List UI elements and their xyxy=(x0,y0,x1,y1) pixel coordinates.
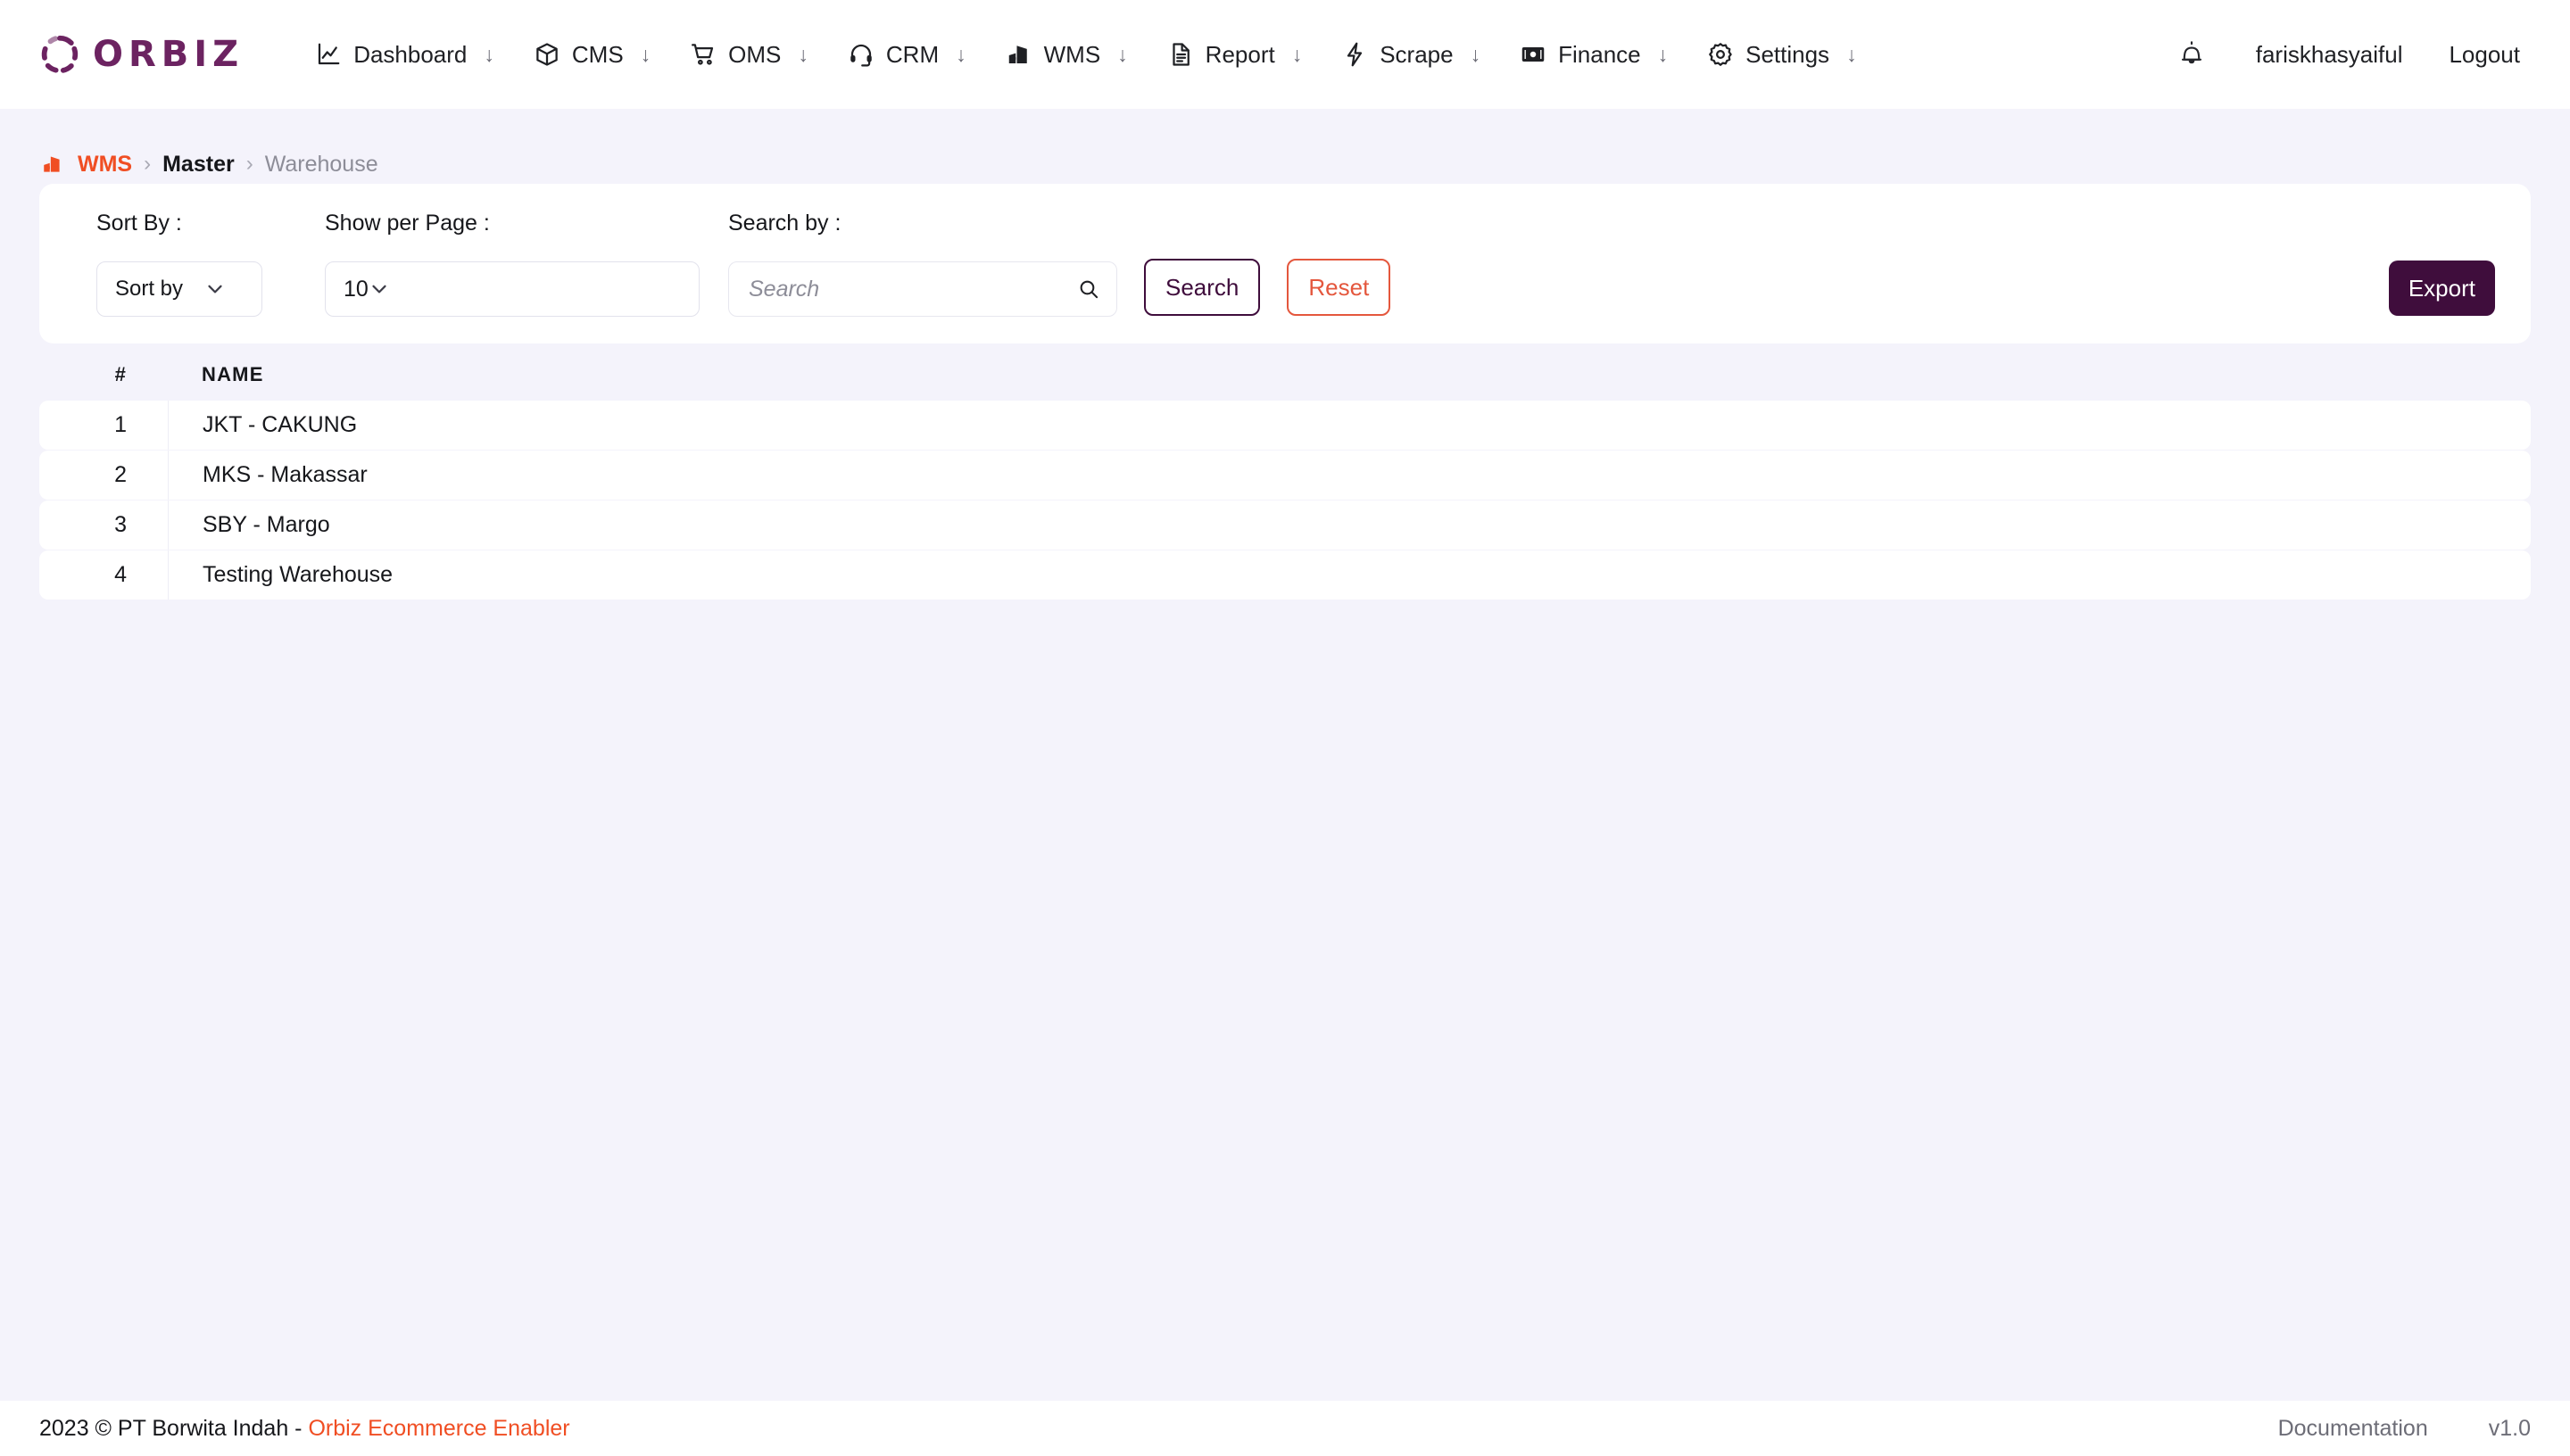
footer-links: Documentation v1.0 xyxy=(2278,1416,2531,1442)
warehouse-table: # NAME 1 JKT - CAKUNG 2 MKS - Makassar 3… xyxy=(0,349,2570,600)
nav-label: CRM xyxy=(885,40,940,68)
nav-label: Settings xyxy=(1745,40,1830,68)
cell-index: 4 xyxy=(114,562,127,587)
nav-item-scrape[interactable]: Scrape ↓ xyxy=(1322,28,1500,81)
footer-brand-link[interactable]: Orbiz Ecommerce Enabler xyxy=(308,1416,569,1441)
table-header-row: # NAME xyxy=(39,349,2531,401)
sort-by-group: Sort By : Sort by xyxy=(96,211,262,317)
lightning-bolt-icon xyxy=(1341,41,1368,68)
chevron-down-icon: ↓ xyxy=(1291,42,1303,66)
nav-item-dashboard[interactable]: Dashboard ↓ xyxy=(295,28,514,81)
shopping-cart-icon xyxy=(690,41,717,68)
breadcrumb-item-master[interactable]: Master xyxy=(162,152,235,178)
documentation-link[interactable]: Documentation xyxy=(2278,1416,2428,1442)
column-header-name: NAME xyxy=(202,363,264,385)
nav-item-oms[interactable]: OMS ↓ xyxy=(670,28,828,81)
username-menu[interactable]: fariskhasyaiful xyxy=(2233,41,2426,69)
cell-name: Testing Warehouse xyxy=(168,550,2531,600)
nav-label: CMS xyxy=(571,40,624,68)
chevron-down-icon: ↓ xyxy=(1846,42,1857,66)
chevron-down-icon xyxy=(183,278,226,300)
nav-item-settings[interactable]: Settings ↓ xyxy=(1687,28,1876,81)
breadcrumb-separator: › xyxy=(144,152,152,176)
orbiz-ring-logo-icon xyxy=(39,34,80,75)
nav-label: Scrape xyxy=(1380,40,1454,68)
breadcrumb: WMS › Master › Warehouse xyxy=(0,109,2570,177)
nav-item-crm[interactable]: CRM ↓ xyxy=(828,28,986,81)
gear-icon xyxy=(1707,41,1734,68)
search-by-group: Search by : xyxy=(728,211,1117,317)
column-header-index: # xyxy=(114,363,127,385)
table-row[interactable]: 2 MKS - Makassar xyxy=(39,451,2531,500)
footer-copyright: 2023 © PT Borwita Indah - Orbiz Ecommerc… xyxy=(39,1416,570,1442)
breadcrumb-item-wms[interactable]: WMS xyxy=(78,152,132,178)
nav-items: Dashboard ↓ CMS ↓ OMS ↓ CRM ↓ WMS ↓ Repo… xyxy=(295,28,2167,81)
nav-item-cms[interactable]: CMS ↓ xyxy=(514,28,670,81)
search-by-label: Search by : xyxy=(728,211,841,236)
nav-label: Dashboard xyxy=(353,40,468,68)
filter-toolbar-card: Sort By : Sort by Show per Page : 10 Sea… xyxy=(39,184,2531,343)
nav-label: OMS xyxy=(728,40,782,68)
show-per-page-select[interactable]: 10 xyxy=(325,261,700,317)
top-navigation-bar: ORBIZ Dashboard ↓ CMS ↓ OMS ↓ CRM ↓ WMS … xyxy=(0,0,2570,109)
headset-icon xyxy=(848,41,875,68)
show-per-page-value: 10 xyxy=(344,276,369,302)
nav-item-finance[interactable]: Finance ↓ xyxy=(1500,28,1687,81)
chevron-down-icon xyxy=(369,278,390,300)
chevron-down-icon: ↓ xyxy=(798,42,808,66)
search-button[interactable]: Search xyxy=(1144,259,1261,316)
breadcrumb-item-warehouse: Warehouse xyxy=(264,151,378,177)
cell-name: SBY - Margo xyxy=(168,500,2531,550)
app-logo[interactable]: ORBIZ xyxy=(39,34,244,75)
chevron-down-icon: ↓ xyxy=(1657,42,1669,66)
reset-button[interactable]: Reset xyxy=(1287,259,1391,316)
breadcrumb-separator: › xyxy=(245,152,253,176)
warehouse-building-icon xyxy=(41,153,66,176)
sort-by-label: Sort By : xyxy=(96,211,182,236)
chevron-down-icon: ↓ xyxy=(640,42,651,66)
bell-icon xyxy=(2178,39,2205,70)
cell-index: 2 xyxy=(114,462,127,487)
cell-name: MKS - Makassar xyxy=(168,451,2531,500)
table-row[interactable]: 1 JKT - CAKUNG xyxy=(39,401,2531,450)
nav-item-report[interactable]: Report ↓ xyxy=(1148,28,1322,81)
show-per-page-group: Show per Page : 10 xyxy=(325,211,700,317)
show-per-page-label: Show per Page : xyxy=(325,211,490,236)
cell-name: JKT - CAKUNG xyxy=(168,401,2531,450)
nav-label: WMS xyxy=(1043,40,1101,68)
table-row[interactable]: 3 SBY - Margo xyxy=(39,500,2531,550)
cell-index: 3 xyxy=(114,512,127,537)
page-footer: 2023 © PT Borwita Indah - Orbiz Ecommerc… xyxy=(0,1401,2570,1456)
sort-by-select[interactable]: Sort by xyxy=(96,261,262,317)
nav-item-wms[interactable]: WMS ↓ xyxy=(986,28,1148,81)
main-content: Sort By : Sort by Show per Page : 10 Sea… xyxy=(0,173,2570,343)
version-label: v1.0 xyxy=(2488,1415,2531,1441)
search-input-wrapper[interactable] xyxy=(728,261,1117,317)
nav-right-cluster: fariskhasyaiful Logout xyxy=(2167,29,2533,79)
chevron-down-icon: ↓ xyxy=(956,42,966,66)
chart-line-icon xyxy=(315,41,342,68)
sort-by-value: Sort by xyxy=(115,277,184,301)
magnifier-icon[interactable] xyxy=(1077,277,1100,301)
chevron-down-icon: ↓ xyxy=(1470,42,1481,66)
box-3d-icon xyxy=(534,41,560,68)
search-input[interactable] xyxy=(749,276,1077,302)
warehouse-building-icon xyxy=(1006,41,1032,68)
logout-button[interactable]: Logout xyxy=(2425,41,2533,69)
logo-wordmark: ORBIZ xyxy=(93,34,245,75)
chevron-down-icon: ↓ xyxy=(484,42,494,66)
table-row[interactable]: 4 Testing Warehouse xyxy=(39,550,2531,600)
nav-label: Finance xyxy=(1558,40,1641,68)
nav-label: Report xyxy=(1205,40,1275,68)
money-bill-icon xyxy=(1520,41,1546,68)
chevron-down-icon: ↓ xyxy=(1117,42,1128,66)
copyright-text: 2023 © PT Borwita Indah - xyxy=(39,1415,309,1441)
notification-bell-button[interactable] xyxy=(2167,29,2217,79)
cell-index: 1 xyxy=(114,412,127,437)
export-button[interactable]: Export xyxy=(2388,261,2495,316)
document-lines-icon xyxy=(1167,41,1194,68)
